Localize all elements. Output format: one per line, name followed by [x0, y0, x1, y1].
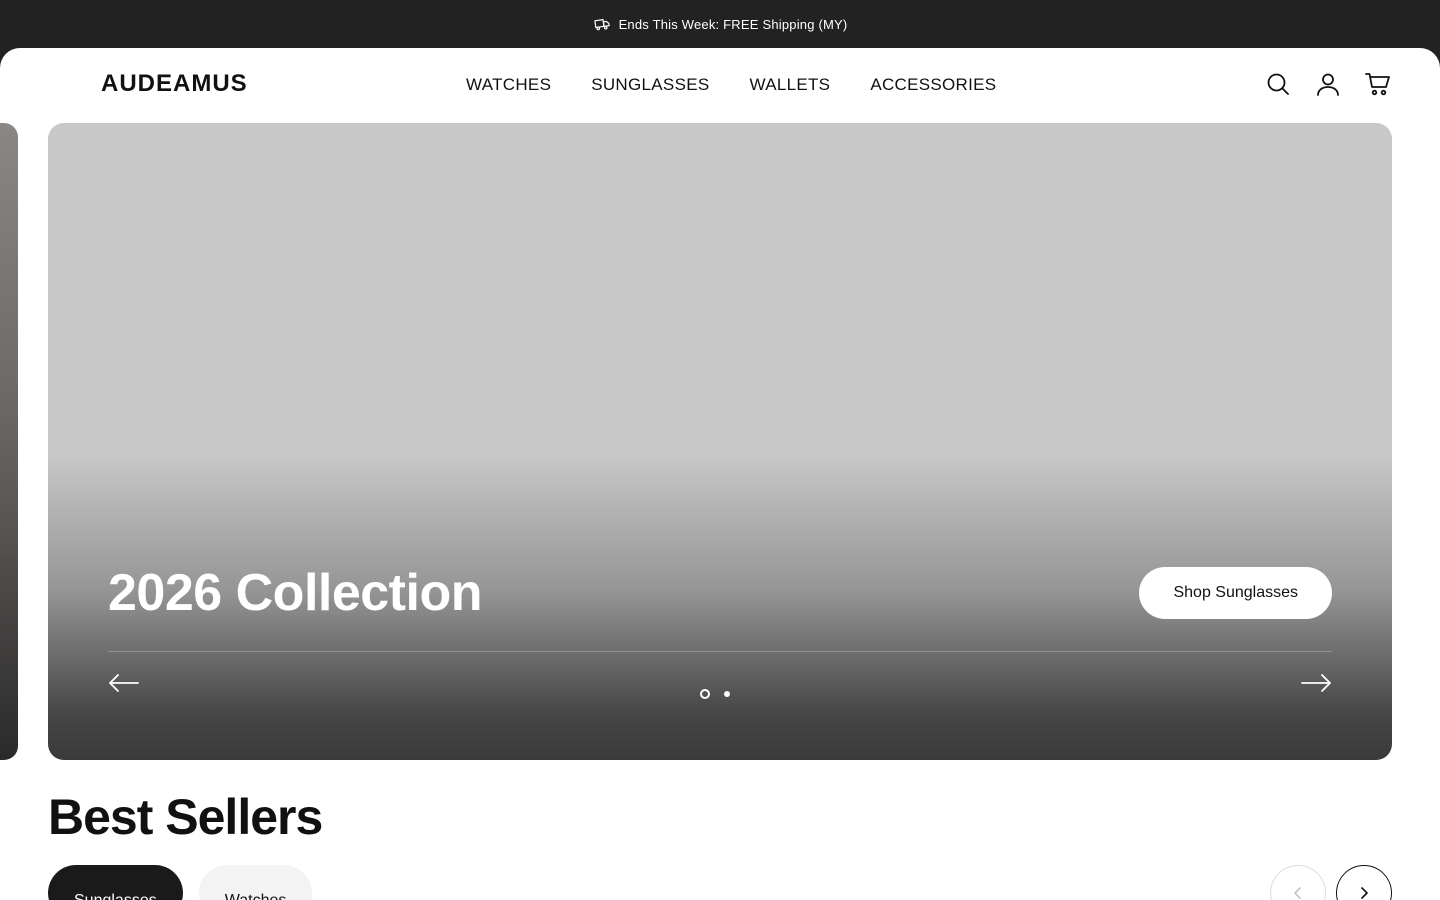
slide-dot-1[interactable] [700, 689, 710, 699]
best-sellers-title: Best Sellers [48, 789, 323, 845]
header-icons [1264, 70, 1392, 98]
hero-divider [108, 651, 1332, 652]
main-nav: WATCHES SUNGLASSES WALLETS ACCESSORIES [466, 75, 1036, 95]
nav-item-watches[interactable]: WATCHES [466, 75, 551, 95]
arrow-left-icon[interactable] [108, 672, 140, 694]
chevron-left-icon [1294, 887, 1301, 899]
cart-icon[interactable] [1364, 70, 1392, 98]
tab-sunglasses[interactable]: Sunglasses [48, 865, 183, 900]
carousel-prev-button[interactable] [1270, 865, 1326, 900]
announcement-text: Ends This Week: FREE Shipping (MY) [618, 16, 848, 32]
site-logo[interactable]: AUDEAMUS [101, 70, 248, 98]
arrow-right-icon[interactable] [1300, 672, 1332, 694]
shop-sunglasses-button[interactable]: Shop Sunglasses [1139, 567, 1332, 619]
carousel-controls [1270, 865, 1392, 900]
nav-item-wallets[interactable]: WALLETS [749, 75, 830, 95]
best-sellers-tabs: Sunglasses Watches [48, 865, 313, 900]
delivery-truck-icon [593, 15, 611, 33]
search-icon[interactable] [1264, 70, 1292, 98]
page-sheet: AUDEAMUS WATCHES SUNGLASSES WALLETS ACCE… [0, 48, 1440, 900]
tab-watches[interactable]: Watches [198, 865, 313, 900]
tab-label: Watches [225, 892, 287, 900]
slide-dot-2[interactable] [724, 691, 730, 697]
nav-item-sunglasses[interactable]: SUNGLASSES [591, 75, 709, 95]
slide-dots [700, 689, 730, 699]
chevron-right-icon [1361, 887, 1368, 899]
hero-slide: 2026 Collection Shop Sunglasses [48, 123, 1392, 760]
tab-label: Sunglasses [74, 892, 157, 900]
site-header: AUDEAMUS WATCHES SUNGLASSES WALLETS ACCE… [0, 48, 1440, 123]
announcement-bar: Ends This Week: FREE Shipping (MY) [0, 0, 1440, 48]
carousel-next-button[interactable] [1336, 865, 1392, 900]
nav-item-accessories[interactable]: ACCESSORIES [870, 75, 996, 95]
account-icon[interactable] [1314, 70, 1342, 98]
previous-slide-peek [0, 123, 18, 760]
hero-title: 2026 Collection [108, 564, 482, 622]
